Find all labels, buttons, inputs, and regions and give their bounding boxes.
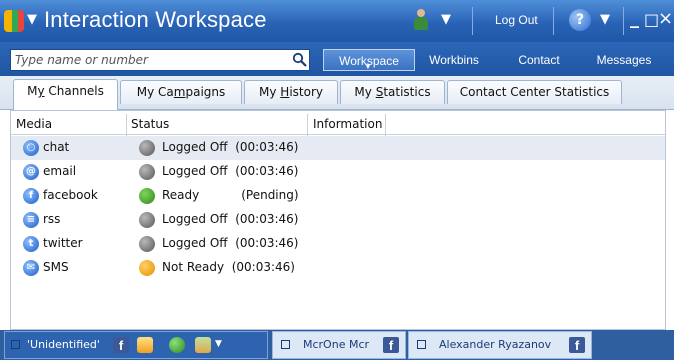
column-divider [126,114,127,136]
interaction-icon [417,340,426,349]
interaction-label: McrOne Mcr [303,338,370,351]
search-input[interactable] [15,52,275,68]
media-name: rss [43,212,61,226]
tab-label: My [259,85,281,99]
interaction-icon [11,340,20,349]
tab-label: My Ca [136,85,174,99]
sms-icon: ✉ [23,260,39,276]
email-icon: @ [23,164,39,180]
tab-label: M [27,84,38,98]
titlebar-divider [472,7,473,35]
interaction-tab-mcrone[interactable]: McrOne Mcr f [272,331,406,359]
search-icon[interactable] [292,52,308,68]
tab-label: H [280,85,290,99]
interaction-label: 'Unidentified' [27,338,100,351]
contact-button[interactable]: Contact [513,49,565,71]
rss-icon: ≡ [23,212,39,228]
logout-button[interactable]: Log Out [495,13,538,27]
workspace-button[interactable]: Workspace ▼ [323,49,415,71]
agent-status-icon[interactable] [411,9,431,35]
ready-icon[interactable] [139,188,155,204]
status-text: Logged Off (00:03:46) [162,164,299,178]
tab-my-channels[interactable]: My Channels [13,79,118,111]
channel-row-facebook[interactable]: f facebook Ready (Pending) [11,184,665,208]
facebook-icon: f [113,337,129,353]
logged-off-icon[interactable] [139,212,155,228]
tab-my-history[interactable]: My History [244,80,338,104]
tab-label: My [354,85,376,99]
transfer-icon[interactable] [137,337,153,353]
facebook-icon: f [383,337,399,353]
workbins-button[interactable]: Workbins [427,49,481,71]
messages-button[interactable]: Messages [590,49,658,71]
tab-contact-center-statistics[interactable]: Contact Center Statistics [447,80,622,104]
column-header-information[interactable]: Information [313,114,382,134]
media-name: twitter [43,236,83,250]
media-name: chat [43,140,70,154]
main-menu-dropdown-icon[interactable]: ▼ [27,12,37,27]
facebook-icon: f [23,188,39,204]
help-dropdown-icon[interactable]: ▼ [600,12,610,27]
tab-label: y [37,84,45,98]
workspace-dropdown-icon[interactable]: ▼ [364,63,372,71]
channel-row-rss[interactable]: ≡ rss Logged Off (00:03:46) [11,208,665,232]
status-text: Logged Off (00:03:46) [162,212,299,226]
done-icon[interactable] [169,337,185,353]
channel-row-sms[interactable]: ✉ SMS Not Ready (00:03:46) [11,256,665,280]
search-box [10,49,310,71]
status-text: Ready (Pending) [162,188,299,202]
interaction-label: Alexander Ryazanov [439,338,552,351]
interaction-icon [281,340,290,349]
tab-label: paigns [185,85,226,99]
interaction-tab-unidentified[interactable]: 'Unidentified' f ▼ [4,331,268,359]
close-icon[interactable]: × [658,8,673,29]
tab-label: Channels [44,84,104,98]
titlebar-divider [623,7,624,35]
column-divider [307,114,308,136]
minimize-icon[interactable]: _ [630,8,639,29]
agent-status-dropdown-icon[interactable]: ▼ [441,12,451,27]
status-text: Logged Off (00:03:46) [162,140,299,154]
party-action-icon[interactable] [195,337,211,353]
maximize-icon[interactable]: □ [644,10,659,29]
header-divider [11,134,665,135]
app-logo-icon[interactable] [4,10,24,32]
facebook-icon: f [569,337,585,353]
app-title: Interaction Workspace [44,7,267,32]
media-name: email [43,164,77,178]
party-action-dropdown-icon[interactable]: ▼ [215,339,222,349]
channel-row-twitter[interactable]: t twitter Logged Off (00:03:46) [11,232,665,256]
column-header-media[interactable]: Media [16,114,52,134]
tab-label: m [173,85,186,99]
twitter-icon: t [23,236,39,252]
status-text: Not Ready (00:03:46) [162,260,295,274]
tab-label: tatistics [383,85,431,99]
logged-off-icon[interactable] [139,140,155,156]
tab-my-statistics[interactable]: My Statistics [340,80,445,104]
channel-row-chat[interactable]: ○ chat Logged Off (00:03:46) [11,136,665,160]
not-ready-icon[interactable] [139,260,155,276]
help-icon[interactable]: ? [569,9,591,31]
media-name: facebook [43,188,98,202]
logged-off-icon[interactable] [139,164,155,180]
media-name: SMS [43,260,69,274]
chat-icon: ○ [23,140,39,156]
interaction-tab-alexander-ryazanov[interactable]: Alexander Ryazanov f [408,331,592,359]
column-divider [385,114,386,136]
column-header-status[interactable]: Status [131,114,169,134]
titlebar-divider [553,7,554,35]
logged-off-icon[interactable] [139,236,155,252]
tab-label: istory [289,85,323,99]
tab-my-campaigns[interactable]: My Campaigns [120,80,242,104]
channel-row-email[interactable]: @ email Logged Off (00:03:46) [11,160,665,184]
status-text: Logged Off (00:03:46) [162,236,299,250]
